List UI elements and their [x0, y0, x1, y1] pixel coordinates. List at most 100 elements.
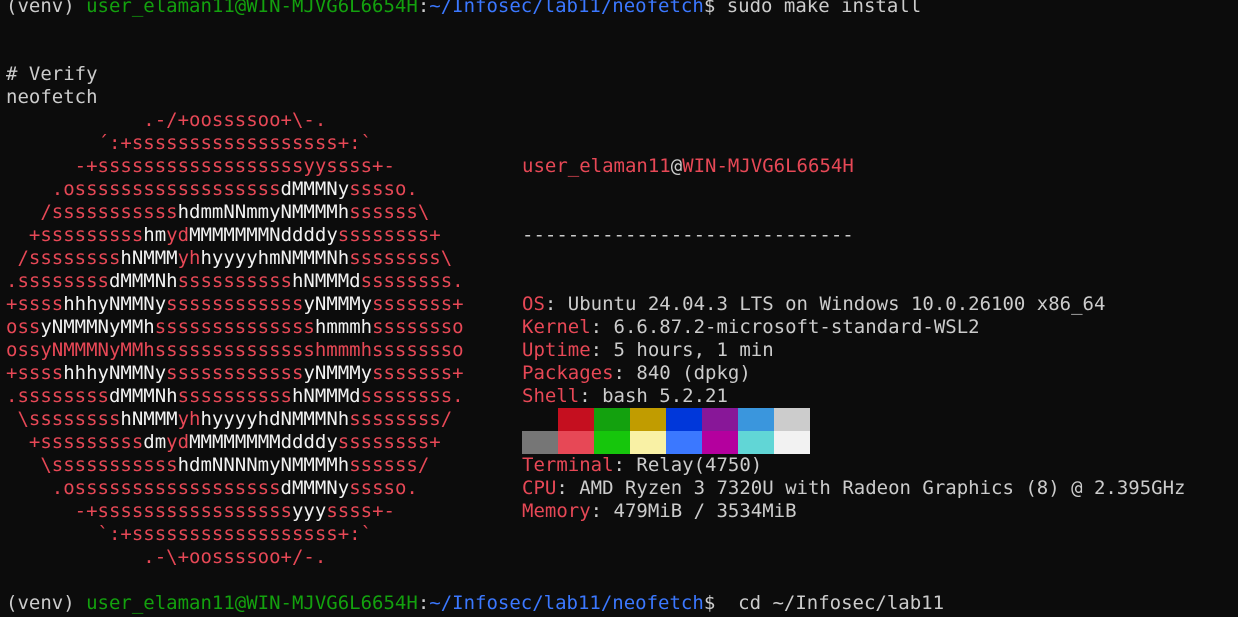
logo-segment: ssssssss. [360, 385, 464, 407]
color-swatch [702, 408, 738, 431]
logo-row: \ssssssssssshdmNNNNmyNMMMMhssssss/ [6, 454, 464, 477]
logo-segment: ssssssss. [360, 270, 464, 292]
logo-row: .-\+oossssoo+/-. [6, 546, 464, 569]
logo-segment: MMMMMMMMddddy [189, 431, 338, 453]
logo-segment: ssssssssssss [166, 362, 304, 384]
logo-segment: hmmmh [314, 316, 373, 338]
logo-row: +sssssssssdmydMMMMMMMMddddyssssssss+ [6, 431, 464, 454]
info-divider: ----------------------------- [522, 224, 854, 246]
info-colon: : [556, 477, 580, 499]
color-swatch [594, 408, 630, 431]
logo-segment: dMMMNy [280, 477, 350, 499]
logo-segment: ´:+ssssssssssssssssss+:` [6, 132, 373, 154]
logo-segment: +ssss [6, 293, 64, 315]
logo-segment: `:+ssssssssssssssssss+:` [6, 523, 373, 545]
info-key: Memory [522, 500, 591, 522]
palette-row-bright [522, 431, 810, 454]
info-value: bash 5.2.21 [602, 385, 728, 407]
logo-segment: ssssss/ [349, 454, 430, 476]
logo-segment: dMMMNh [108, 270, 178, 292]
logo-row: .ossssssssssssssssssdMMMNysssso. [6, 477, 464, 500]
logo-segment: ssssssssssssss [154, 316, 315, 338]
logo-segment: hm [143, 224, 167, 246]
logo-segment: yNMMMy [303, 362, 373, 384]
logo-row: /sssssssshNMMMyhhyyyyhmNMMMNhssssssss\ [6, 247, 464, 270]
logo-row: ´:+ssssssssssssssssss+:` [6, 132, 464, 155]
logo-segment: sssssss+ [372, 362, 464, 384]
logo-segment: ssss+- [326, 500, 395, 522]
logo-segment: sssso. [349, 477, 418, 499]
info-key: CPU [522, 477, 557, 499]
info-key: Shell [522, 385, 580, 407]
info-row-shell: Shell: bash 5.2.21 [522, 385, 1185, 408]
logo-row: ossyNMMMNyMMhsssssssssssssshmmmhssssssso [6, 316, 464, 339]
logo-row: ossyNMMMNyMMhsssssssssssssshmmmhssssssso [6, 339, 464, 362]
info-key: Terminal [522, 454, 614, 476]
info-colon: : [613, 362, 637, 384]
logo-row: -+sssssssssssssssssyyyssss+- [6, 500, 464, 523]
info-value: 479MiB / 3534MiB [613, 500, 797, 522]
info-value: 6.6.87.2-microsoft-standard-WSL2 [613, 316, 980, 338]
info-value: 5 hours, 1 min [613, 339, 774, 361]
logo-segment: .ssssssss [6, 270, 109, 292]
logo-segment: dMMMNy [280, 178, 350, 200]
color-swatch [738, 408, 774, 431]
info-user: user_elaman11 [522, 155, 671, 177]
color-swatch [774, 408, 810, 431]
color-swatch [558, 408, 594, 431]
info-colon: : [590, 339, 614, 361]
logo-row: -+ssssssssssssssssssyyssss+- [6, 155, 464, 178]
logo-row: `:+ssssssssssssssssss+:` [6, 523, 464, 546]
logo-segment: yyy [291, 500, 327, 522]
logo-segment: yh [177, 408, 201, 430]
logo-segment: sssso. [349, 178, 418, 200]
color-swatch [738, 431, 774, 454]
logo-segment: dm [143, 431, 167, 453]
color-swatch [594, 431, 630, 454]
info-row-kernel: Kernel: 6.6.87.2-microsoft-standard-WSL2 [522, 316, 1185, 339]
logo-segment: hyyyyhmNMMMNh [200, 247, 350, 269]
color-swatch [558, 431, 594, 454]
color-swatch [666, 408, 702, 431]
logo-segment: yd [166, 224, 190, 246]
logo-segment: yNMMMNyMMh [40, 316, 155, 338]
logo-row: .-/+oossssoo+\-. [6, 109, 464, 132]
logo-segment: yh [177, 247, 201, 269]
color-swatch [630, 408, 666, 431]
logo-row: .ossssssssssssssssssdMMMNysssso. [6, 178, 464, 201]
info-colon: : [544, 293, 568, 315]
info-colon: : [590, 500, 614, 522]
info-at: @ [670, 155, 683, 177]
logo-segment: -+ssssssssssssssssssyyssss+- [6, 155, 395, 177]
logo-segment: hNMMMd [291, 270, 361, 292]
info-colon: : [613, 454, 637, 476]
info-row-os: OS: Ubuntu 24.04.3 LTS on Windows 10.0.2… [522, 293, 1185, 316]
logo-segment: ssssss\ [349, 201, 430, 223]
info-key: Packages [522, 362, 614, 384]
logo-row: +sssshhhyNMMNyssssssssssssyNMMMysssssss+ [6, 293, 464, 316]
logo-segment: ssssssssss [177, 385, 292, 407]
user-host: user_elaman11@WIN-MJVG6L6654H [86, 592, 418, 614]
venv-label: (venv) [6, 0, 87, 17]
user-host: user_elaman11@WIN-MJVG6L6654H [86, 0, 418, 17]
logo-row: +ssssssssshmydMMMMMMMNddddyssssssss+ [6, 224, 464, 247]
terminal-window[interactable]: (venv) user_elaman11@WIN-MJVG6L6654H:~/I… [0, 0, 1238, 617]
color-swatch [522, 408, 558, 431]
info-row-packages: Packages: 840 (dpkg) [522, 362, 1185, 385]
command-input[interactable]: cd ~/Infosec/lab11 [727, 592, 944, 614]
color-swatch [774, 431, 810, 454]
logo-row: .ssssssssdMMMNhsssssssssshNMMMdssssssss. [6, 270, 464, 293]
logo-segment: .-\+oossssoo+/-. [6, 546, 327, 568]
info-key: OS [522, 293, 545, 315]
color-swatch [702, 431, 738, 454]
venv-label: (venv) [6, 592, 87, 614]
prompt-line-top: (venv) user_elaman11@WIN-MJVG6L6654H:~/I… [6, 0, 921, 18]
info-host: WIN-MJVG6L6654H [682, 155, 854, 177]
logo-segment: .ssssssss [6, 385, 109, 407]
prompt-separator: : [417, 0, 430, 17]
color-swatch [522, 431, 558, 454]
prompt-dollar: $ [703, 0, 727, 17]
logo-segment: ssssssss\ [349, 247, 453, 269]
prompt-dollar: $ [703, 592, 727, 614]
logo-segment: hdmmNNmmyNMMMMh [177, 201, 350, 223]
